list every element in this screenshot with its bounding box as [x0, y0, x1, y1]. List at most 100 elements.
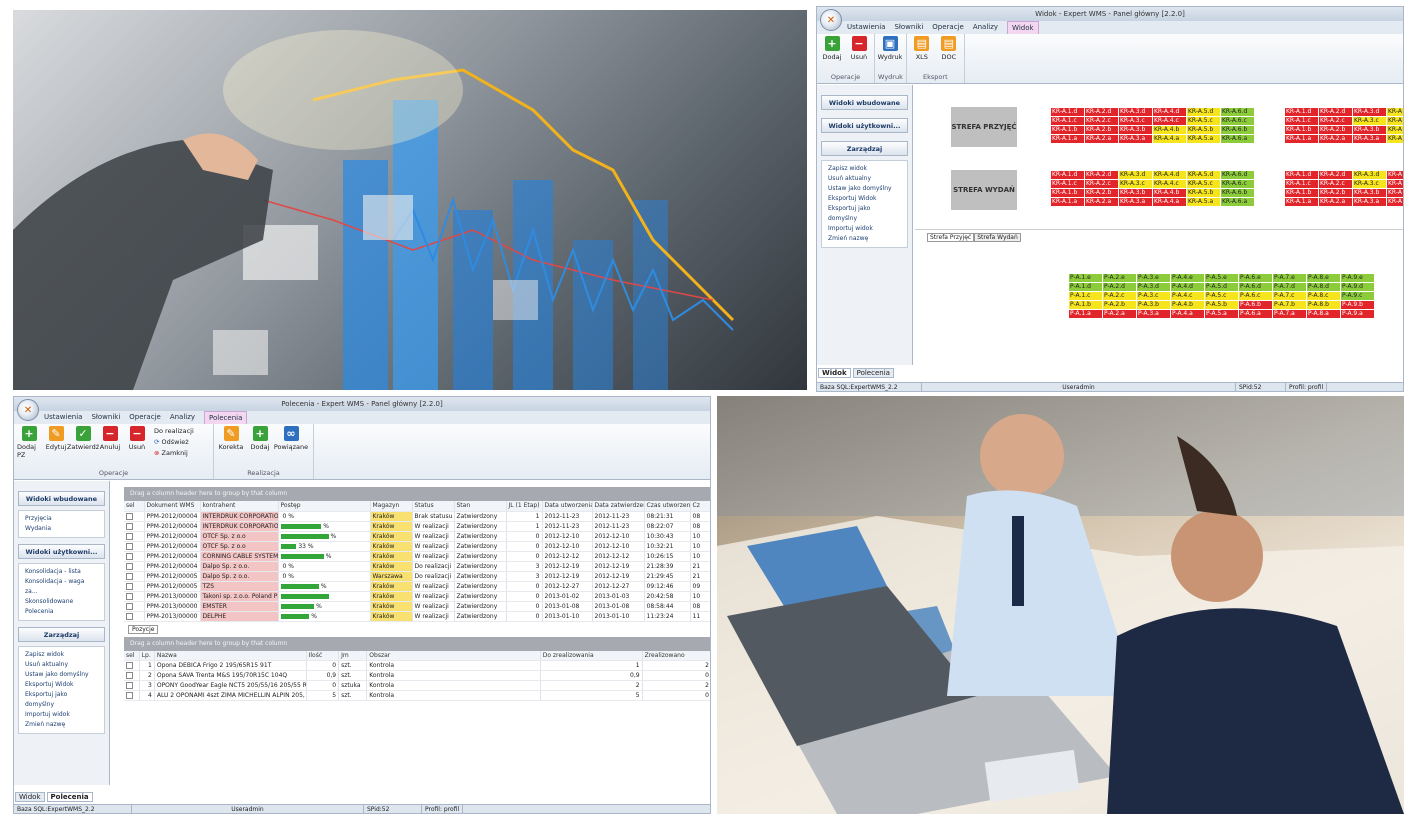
rack-p-cell[interactable]: P-A.8.c — [1307, 292, 1340, 300]
table-row[interactable]: PPM-2012/00005 TZS% Kraków W realizacji Zatw… — [124, 581, 710, 592]
rack-d-cell[interactable]: KR-A.3.a — [1353, 198, 1386, 206]
row-select[interactable] — [124, 601, 145, 612]
rack-p-cell[interactable]: P-A.7.a — [1273, 310, 1306, 318]
column-header[interactable]: Stan — [454, 501, 507, 512]
rack-b-cell[interactable]: KR-A.1.c — [1051, 180, 1084, 188]
table-row[interactable]: PPM-2013/00000 Takoni sp. z.o.o. Poland P… — [124, 591, 710, 602]
checkbox[interactable] — [126, 662, 133, 669]
checkbox[interactable] — [126, 512, 133, 520]
menu-slowniki[interactable]: Słowniki — [91, 411, 120, 424]
table-row[interactable]: 4 ALU 2 OPONAMI 4szt ZIMA MICHELLIN ALPIN… — [124, 690, 710, 701]
rack-a-cell[interactable]: KR-A.1.d — [1051, 108, 1084, 116]
rack-d-cell[interactable]: KR-A — [1387, 171, 1403, 179]
refresh-button[interactable]: ⟳ Odśwież — [154, 437, 194, 448]
manage-import-view[interactable]: Importuj widok — [828, 224, 901, 234]
table-row[interactable]: 2 Opona SAVA Trenta M&S 195/70R15C 104Q 0,… — [124, 670, 710, 681]
rack-p-cell[interactable]: P-A.7.e — [1273, 274, 1306, 282]
rack-a-cell[interactable]: KR-A.3.b — [1119, 126, 1152, 134]
rack-p-cell[interactable]: P-A.9.b — [1341, 301, 1374, 309]
rack-b-cell[interactable]: KR-A.4.d — [1153, 171, 1186, 179]
rack-p-cell[interactable]: P-A.4.d — [1171, 283, 1204, 291]
checkbox[interactable] — [126, 582, 133, 590]
checkbox[interactable] — [126, 532, 133, 540]
column-header[interactable]: sel — [124, 501, 145, 512]
column-header[interactable]: Nazwa — [154, 650, 307, 661]
rack-b-cell[interactable]: KR-A.3.c — [1119, 180, 1152, 188]
view-polecenia[interactable]: Polecenia — [25, 607, 98, 617]
manage-delete-current[interactable]: Usuń aktualny — [25, 660, 98, 670]
sidebar-builtin-views[interactable]: Widoki wbudowane — [18, 491, 105, 506]
rack-p-cell[interactable]: P-A.1.c — [1069, 292, 1102, 300]
rack-c-cell[interactable]: KR-A.3.c — [1353, 117, 1386, 125]
column-header[interactable]: Jm — [338, 650, 368, 661]
zone-wydan[interactable]: STREFA WYDAŃ — [951, 170, 1017, 210]
table-row[interactable]: 1 Opona DEBICA Frigo 2 195/65R15 91T 0 szt.… — [124, 660, 710, 671]
subtab-wydan[interactable]: Strefa Wydań — [974, 233, 1021, 242]
rack-p-cell[interactable]: P-A.3.c — [1137, 292, 1170, 300]
rack-a-cell[interactable]: KR-A.3.a — [1119, 135, 1152, 143]
add-button[interactable]: + Dodaj — [820, 36, 844, 72]
row-select[interactable] — [124, 561, 145, 572]
rack-d-cell[interactable]: KR-A — [1387, 189, 1403, 197]
rack-c-cell[interactable]: KR-A.3.a — [1353, 135, 1386, 143]
view-konsolidacja-waga[interactable]: Konsolidacja - waga za... — [25, 577, 98, 597]
rack-p-cell[interactable]: P-A.5.a — [1205, 310, 1238, 318]
rack-b-cell[interactable]: KR-A.6.a — [1221, 198, 1254, 206]
rack-b-cell[interactable]: KR-A.1.a — [1051, 198, 1084, 206]
row-select[interactable] — [124, 541, 145, 552]
column-header[interactable]: Data zatwierdzenia — [592, 501, 645, 512]
checkbox[interactable] — [126, 592, 133, 600]
rack-d-cell[interactable]: KR-A.3.b — [1353, 189, 1386, 197]
row-select[interactable] — [124, 511, 145, 522]
rack-a-cell[interactable]: KR-A.4.b — [1153, 126, 1186, 134]
table-row[interactable]: PPM-2012/00004 INTERDRUK CORPORATIO 0 % Kra… — [124, 511, 710, 522]
manage-set-default[interactable]: Ustaw jako domyślny — [828, 184, 901, 194]
rack-p-cell[interactable]: P-A.1.a — [1069, 310, 1102, 318]
rack-p-cell[interactable]: P-A.5.d — [1205, 283, 1238, 291]
row-select[interactable] — [124, 611, 145, 622]
rack-p-cell[interactable]: P-A.3.e — [1137, 274, 1170, 282]
rack-c-cell[interactable]: KR-A.1.d — [1285, 108, 1318, 116]
manage-export-default[interactable]: Eksportuj jako domyślny — [25, 690, 98, 710]
rack-b-cell[interactable]: KR-A.2.d — [1085, 171, 1118, 179]
sidebar-manage[interactable]: Zarządzaj — [821, 141, 908, 156]
rack-p-cell[interactable]: P-A.5.b — [1205, 301, 1238, 309]
table-row[interactable]: PPM-2013/00000 DELPHE% Kraków W realizacji Z… — [124, 611, 710, 622]
checkbox[interactable] — [126, 522, 133, 530]
subtab-przyjec[interactable]: Strefa Przyjęć — [927, 233, 975, 242]
rack-p-cell[interactable]: P-A.6.c — [1239, 292, 1272, 300]
table-row[interactable]: PPM-2012/00004 INTERDRUK CORPORATIO% Krakó… — [124, 521, 710, 532]
view-skonsolidowane[interactable]: Skonsolidowane — [25, 597, 98, 607]
rack-b-cell[interactable]: KR-A.1.d — [1051, 171, 1084, 179]
rack-b-cell[interactable]: KR-A.4.a — [1153, 198, 1186, 206]
rack-p-cell[interactable]: P-A.3.d — [1137, 283, 1170, 291]
view-konsolidacja-lista[interactable]: Konsolidacja - lista — [25, 567, 98, 577]
rack-c-cell[interactable]: KR-A — [1387, 126, 1403, 134]
manage-save-view[interactable]: Zapisz widok — [828, 164, 901, 174]
rack-a-cell[interactable]: KR-A.2.c — [1085, 117, 1118, 125]
rack-c-cell[interactable]: KR-A.3.d — [1353, 108, 1386, 116]
add-button[interactable]: + Dodaj — [248, 426, 272, 468]
rack-a-cell[interactable]: KR-A.3.d — [1119, 108, 1152, 116]
rack-c-cell[interactable]: KR-A.3.b — [1353, 126, 1386, 134]
tab-polecenia[interactable]: Polecenia — [46, 792, 93, 802]
rack-a-cell[interactable]: KR-A.1.b — [1051, 126, 1084, 134]
rack-p-cell[interactable]: P-A.8.b — [1307, 301, 1340, 309]
rack-p-cell[interactable]: P-A.2.c — [1103, 292, 1136, 300]
column-header[interactable]: Lp. — [139, 650, 155, 661]
rack-b-cell[interactable]: KR-A.4.b — [1153, 189, 1186, 197]
checkbox[interactable] — [126, 572, 133, 580]
rack-c-cell[interactable]: KR-A.2.d — [1319, 108, 1352, 116]
rack-d-cell[interactable]: KR-A.3.d — [1353, 171, 1386, 179]
manage-import-view[interactable]: Importuj widok — [25, 710, 98, 720]
menu-slowniki[interactable]: Słowniki — [894, 21, 923, 34]
menu-ustawienia[interactable]: Ustawienia — [44, 411, 82, 424]
manage-rename[interactable]: Zmień nazwę — [25, 720, 98, 730]
rack-c-cell[interactable]: KR-A — [1387, 117, 1403, 125]
rack-a-cell[interactable]: KR-A.6.d — [1221, 108, 1254, 116]
rack-p-cell[interactable]: P-A.6.e — [1239, 274, 1272, 282]
checkbox[interactable] — [126, 542, 133, 550]
print-button[interactable]: ▣ Wydruk — [878, 36, 902, 72]
rack-p-cell[interactable]: P-A.5.c — [1205, 292, 1238, 300]
export-xls-button[interactable]: ▤ XLS — [910, 36, 934, 72]
